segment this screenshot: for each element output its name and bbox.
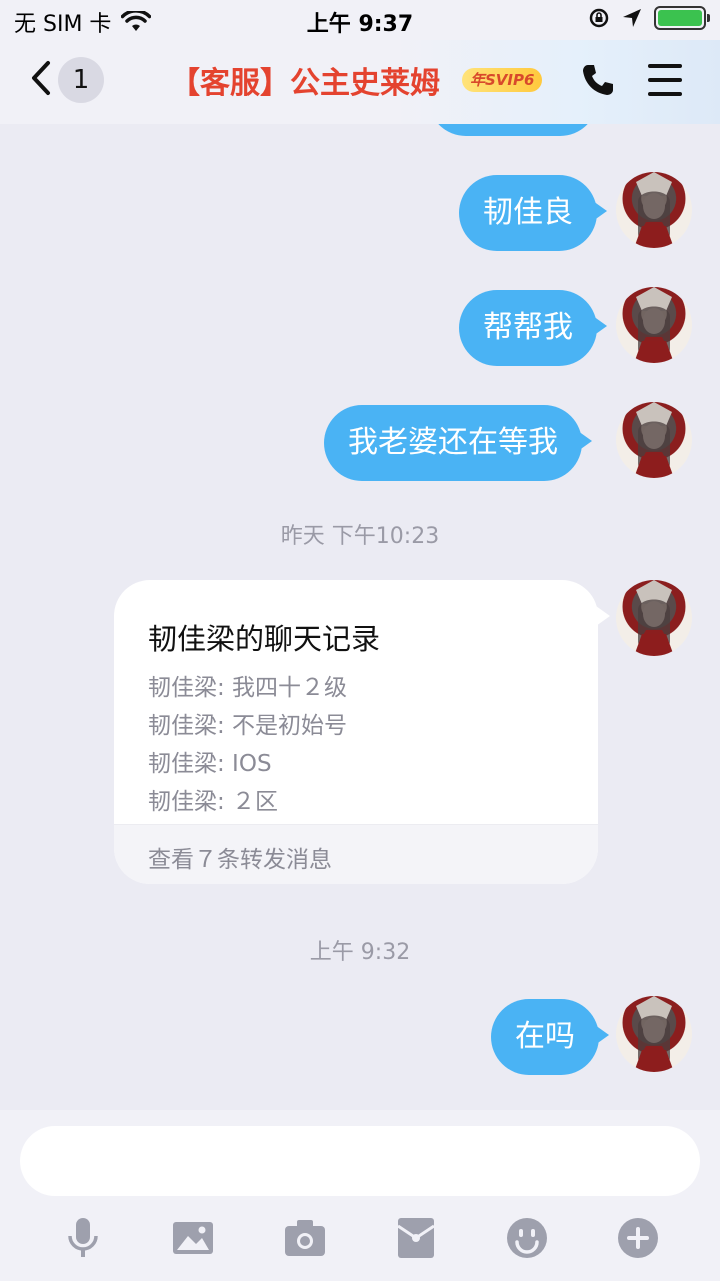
avatar[interactable] <box>616 172 692 248</box>
timestamp: 昨天 下午10:23 <box>280 524 440 549</box>
phone-icon[interactable] <box>580 62 616 98</box>
chevron-left-icon <box>32 61 50 95</box>
card-title: 韧佳梁的聊天记录 <box>148 622 381 656</box>
back-button[interactable] <box>30 60 52 103</box>
avatar-image <box>634 996 674 1072</box>
battery-charging-icon <box>654 6 710 30</box>
message-bubble[interactable]: 我老婆还在等我 <box>324 405 592 481</box>
forwarded-chat-card[interactable]: 韧佳梁的聊天记录 韧佳梁: 我四十２级 韧佳梁: 不是初始号 韧佳梁: IOS … <box>114 580 598 884</box>
avatar-image <box>634 580 674 656</box>
unread-count-badge[interactable]: 1 <box>58 57 104 103</box>
message-input[interactable] <box>20 1126 700 1196</box>
avatar-image <box>634 287 674 363</box>
card-line: 韧佳梁: IOS <box>148 751 272 777</box>
microphone-icon[interactable] <box>61 1216 105 1260</box>
card-tail <box>596 606 610 626</box>
message-bubble[interactable]: 韧佳良 <box>459 175 607 251</box>
chat-header: 1 【客服】公主史莱姆 年SVIP6 <box>0 40 720 124</box>
avatar[interactable] <box>616 287 692 363</box>
status-right <box>588 6 710 30</box>
avatar-image <box>634 402 674 478</box>
message-bubble[interactable]: 在吗 <box>491 999 609 1075</box>
card-footer[interactable]: 查看７条转发消息 <box>114 824 598 884</box>
timestamp: 上午 9:32 <box>309 940 411 965</box>
chat-title[interactable]: 【客服】公主史莱姆 <box>170 58 440 102</box>
card-footer-label: 查看７条转发消息 <box>148 847 332 873</box>
avatar[interactable] <box>616 580 692 656</box>
rotation-lock-icon <box>589 8 609 28</box>
svip-badge: 年SVIP6 <box>462 68 543 92</box>
camera-icon[interactable] <box>283 1216 327 1260</box>
avatar[interactable] <box>616 402 692 478</box>
card-line: 韧佳梁: 不是初始号 <box>148 713 348 739</box>
red-packet-icon[interactable] <box>394 1216 438 1260</box>
avatar-image <box>634 172 674 248</box>
avatar[interactable] <box>616 996 692 1072</box>
message-bubble[interactable]: 帮帮我 <box>459 290 607 366</box>
card-line: 韧佳梁: ２区 <box>148 789 279 815</box>
input-area <box>0 1110 720 1281</box>
card-line: 韧佳梁: 我四十２级 <box>148 675 348 701</box>
image-icon[interactable] <box>171 1216 215 1260</box>
status-bar: 无 SIM 卡 上午 9:37 <box>0 0 720 40</box>
location-icon <box>623 9 641 27</box>
input-toolbar <box>0 1210 720 1266</box>
emoji-icon[interactable] <box>505 1216 549 1260</box>
plus-icon[interactable] <box>616 1216 660 1260</box>
menu-icon[interactable] <box>648 64 682 96</box>
